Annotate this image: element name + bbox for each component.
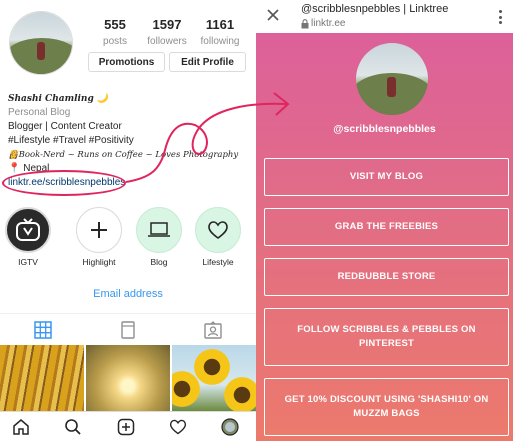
link-button-blog[interactable]: VISIT MY BLOG	[264, 158, 509, 196]
following-stat[interactable]: 1161 following	[198, 17, 242, 47]
profile-avatar[interactable]	[9, 11, 73, 75]
igtv-icon	[5, 207, 51, 253]
bottom-navigation	[0, 411, 256, 441]
posts-count: 555	[104, 17, 126, 32]
highlight-label: Lifestyle	[202, 257, 234, 267]
heart-icon	[195, 207, 241, 253]
post-thumbnail[interactable]	[0, 345, 84, 411]
search-icon[interactable]	[63, 417, 83, 437]
link-button-pinterest[interactable]: FOLLOW SCRIBBLES & PEBBLES ON PINTEREST	[264, 308, 509, 366]
following-count: 1161	[205, 17, 235, 32]
followers-label: followers	[147, 36, 187, 47]
highlight-lifestyle[interactable]: Lifestyle	[195, 207, 241, 267]
profile-icon[interactable]	[220, 417, 240, 437]
posts-stat[interactable]: 555 posts	[103, 17, 127, 47]
link-button-muzzm-discount[interactable]: GET 10% DISCOUNT USING 'SHASHI10' ON MUZ…	[264, 378, 509, 436]
grid-icon[interactable]	[0, 314, 85, 346]
home-icon[interactable]	[11, 417, 31, 437]
page-title: @scribblesnpebbles | Linktree	[301, 3, 449, 15]
posts-label: posts	[103, 36, 127, 47]
link-highlight-circle	[2, 170, 126, 196]
edit-profile-button[interactable]: Edit Profile	[169, 52, 246, 72]
instagram-profile: 555 posts 1597 followers 1161 following …	[0, 0, 256, 441]
bio-line-3: 👸Book-Nerd ~ Runs on Coffee ~ Loves Phot…	[8, 150, 239, 160]
profile-tabs	[0, 313, 256, 346]
laptop-icon	[136, 207, 182, 253]
browser-header: @scribblesnpebbles | Linktree linktr.ee	[256, 0, 513, 33]
plus-icon	[76, 207, 122, 253]
bio-line-1: Blogger | Content Creator	[8, 121, 122, 132]
close-icon[interactable]	[264, 6, 282, 24]
highlight-igtv[interactable]: IGTV	[5, 207, 51, 267]
post-grid	[0, 345, 256, 411]
igtv-tab-icon[interactable]	[85, 314, 170, 346]
promotions-button[interactable]: Promotions	[88, 52, 165, 72]
followers-count: 1597	[152, 17, 182, 32]
activity-icon[interactable]	[168, 417, 188, 437]
profile-name: Shashi Chamling 🌙	[8, 94, 109, 104]
new-post-icon[interactable]	[116, 417, 136, 437]
tagged-icon[interactable]	[170, 314, 255, 346]
profile-category: Personal Blog	[8, 107, 71, 118]
linktree-avatar	[356, 43, 428, 115]
highlight-label: IGTV	[18, 257, 38, 267]
url-text: linktr.ee	[311, 18, 346, 29]
linktree-handle: @scribblesnpebbles	[333, 123, 436, 135]
bio-line-2: #Lifestyle #Travel #Positivity	[8, 135, 134, 146]
highlight-label: Highlight	[82, 257, 116, 267]
post-thumbnail[interactable]	[86, 345, 170, 411]
lock-icon	[301, 18, 309, 28]
link-button-redbubble[interactable]: REDBUBBLE STORE	[264, 258, 509, 296]
email-address-button[interactable]: Email address	[0, 288, 256, 300]
following-label: following	[200, 36, 240, 47]
linktree-page: @scribblesnpebbles | Linktree linktr.ee …	[256, 0, 513, 441]
highlight-blog[interactable]: Blog	[136, 207, 182, 267]
link-button-freebies[interactable]: GRAB THE FREEBIES	[264, 208, 509, 246]
post-thumbnail[interactable]	[172, 345, 256, 411]
highlight-label: Blog	[150, 257, 168, 267]
followers-stat[interactable]: 1597 followers	[145, 17, 189, 47]
highlight-new[interactable]: Highlight	[76, 207, 122, 267]
page-url: linktr.ee	[301, 18, 345, 29]
more-options-icon[interactable]	[499, 10, 503, 24]
